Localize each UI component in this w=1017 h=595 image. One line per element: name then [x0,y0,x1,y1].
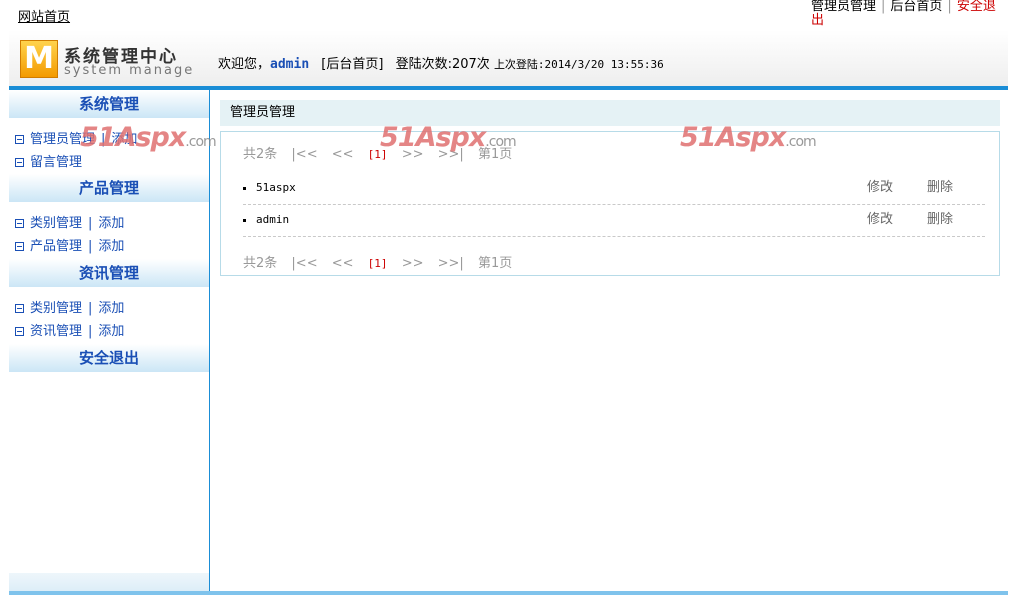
watermark: 51Aspx.com [80,122,217,153]
backend-home-button[interactable]: [后台首页] [321,57,383,72]
news-add-link[interactable]: 添加 [98,324,124,339]
separator: | [947,0,952,14]
pager-total: 共2条 [243,147,278,162]
backend-home-link[interactable]: 后台首页 [890,0,942,14]
product-manage-link[interactable]: 产品管理 [30,239,82,254]
pager-total: 共2条 [243,256,278,271]
watermark: 51Aspx.com [680,122,817,153]
username: admin [270,57,310,72]
messages-menu-link[interactable]: 留言管理 [30,155,82,170]
section-system[interactable]: 系统管理 [9,90,209,118]
admin-name: 51aspx [256,181,296,194]
login-count: 登陆次数:207次 [395,57,490,72]
pager-first[interactable]: |<< [291,147,317,162]
top-links: 管理员管理 | 后台首页 | 安全退出 [811,0,1001,28]
watermark: 51Aspx.com [380,122,517,153]
top-bar: 网站首页 管理员管理 | 后台首页 | 安全退出 [0,0,1017,30]
pager-first[interactable]: |<< [291,256,317,271]
delete-link[interactable]: 删除 [927,172,953,204]
logo-icon: M [20,40,58,78]
separator: | [88,216,93,231]
pager-prev[interactable]: << [332,147,354,162]
bottom-divider [9,591,1008,595]
separator: | [88,239,93,254]
bullet-icon [243,218,246,222]
welcome-bar: 欢迎您，admin [后台首页] 登陆次数:207次 上次登陆:2014/3/2… [218,53,664,72]
welcome-prefix: 欢迎您， [218,57,271,72]
collapse-icon [15,327,24,336]
bullet-icon [243,186,246,190]
news-manage-link[interactable]: 资讯管理 [30,324,82,339]
sidebar-item-product: 产品管理 | 添加 [15,235,124,254]
news-category-link[interactable]: 类别管理 [30,301,82,316]
sidebar-item-product-category: 类别管理 | 添加 [15,212,124,231]
pager-bottom: 共2条 |<< << [1] >> >>| 第1页 [243,252,522,271]
collapse-icon [15,135,24,144]
product-category-link[interactable]: 类别管理 [30,216,82,231]
admin-list-panel: 共2条 |<< << [1] >> >>| 第1页 51aspx 修改 删除 a… [220,131,1000,276]
sidebar-item-news-category: 类别管理 | 添加 [15,297,124,316]
collapse-icon [15,304,24,313]
section-news[interactable]: 资讯管理 [9,259,209,287]
pager-prev[interactable]: << [332,256,354,271]
product-category-add-link[interactable]: 添加 [98,216,124,231]
logo-subtitle: system manage [64,63,195,78]
table-row: 51aspx 修改 删除 [243,172,985,205]
edit-link[interactable]: 修改 [867,204,893,236]
section-product[interactable]: 产品管理 [9,174,209,202]
pager-current[interactable]: [1] [368,257,388,270]
section-logout[interactable]: 安全退出 [9,344,209,372]
admin-name: admin [256,213,290,226]
product-add-link[interactable]: 添加 [98,239,124,254]
site-home-link[interactable]: 网站首页 [18,6,70,25]
pager-next[interactable]: >> [402,256,424,271]
edit-link[interactable]: 修改 [867,172,893,204]
separator: | [88,324,93,339]
pager-page: 第1页 [477,256,513,271]
page-title: 管理员管理 [220,100,1000,126]
admin-manage-link[interactable]: 管理员管理 [811,0,876,14]
news-category-add-link[interactable]: 添加 [98,301,124,316]
pager-last[interactable]: >>| [438,256,464,271]
table-row: admin 修改 删除 [243,204,985,237]
sidebar-item-news: 资讯管理 | 添加 [15,320,124,339]
last-login: 上次登陆:2014/3/20 13:55:36 [493,58,664,71]
collapse-icon [15,242,24,251]
separator: | [88,301,93,316]
delete-link[interactable]: 删除 [927,204,953,236]
collapse-icon [15,158,24,167]
sidebar-item-messages: 留言管理 [15,151,82,170]
separator: | [881,0,886,14]
sidebar: 系统管理 管理员管理 | 添加 留言管理 产品管理 类别管理 | 添加 产品管理 | 添加 … [9,90,210,595]
collapse-icon [15,219,24,228]
